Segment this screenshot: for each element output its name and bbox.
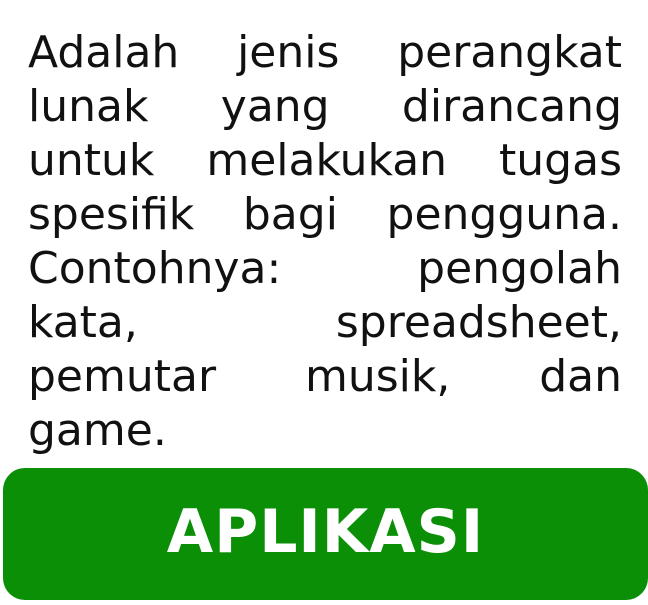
answer-label: APLIKASI [166,497,485,567]
answer-card[interactable]: APLIKASI [3,468,648,600]
definition-text: Adalah jenis perangkat lunak yang diranc… [28,27,622,456]
